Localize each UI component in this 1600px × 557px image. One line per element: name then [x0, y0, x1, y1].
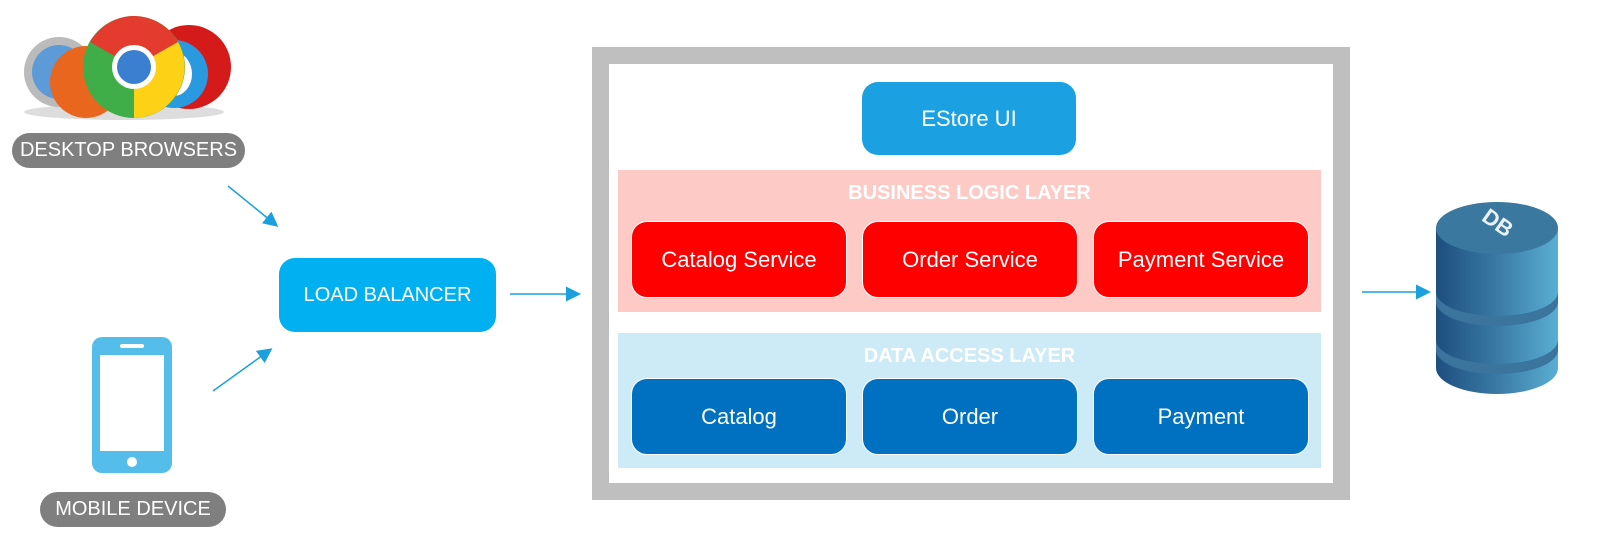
- database-icon: DB: [1436, 202, 1558, 394]
- payment-service: Payment Service: [1093, 221, 1309, 298]
- order-service: Order Service: [862, 221, 1078, 298]
- load-balancer: LOAD BALANCER: [279, 258, 496, 332]
- data-layer-title: DATA ACCESS LAYER: [863, 345, 1076, 367]
- payment-dal: Payment: [1093, 378, 1309, 455]
- arrow-desktop-to-lb: [227, 185, 279, 227]
- estore-ui: EStore UI: [862, 82, 1076, 155]
- catalog-service: Catalog Service: [631, 221, 847, 298]
- order-dal: Order: [862, 378, 1078, 455]
- catalog-dal: Catalog: [631, 378, 847, 455]
- business-layer-title: BUSINESS LOGIC LAYER: [848, 182, 1091, 204]
- arrow-mobile-to-lb: [212, 348, 273, 392]
